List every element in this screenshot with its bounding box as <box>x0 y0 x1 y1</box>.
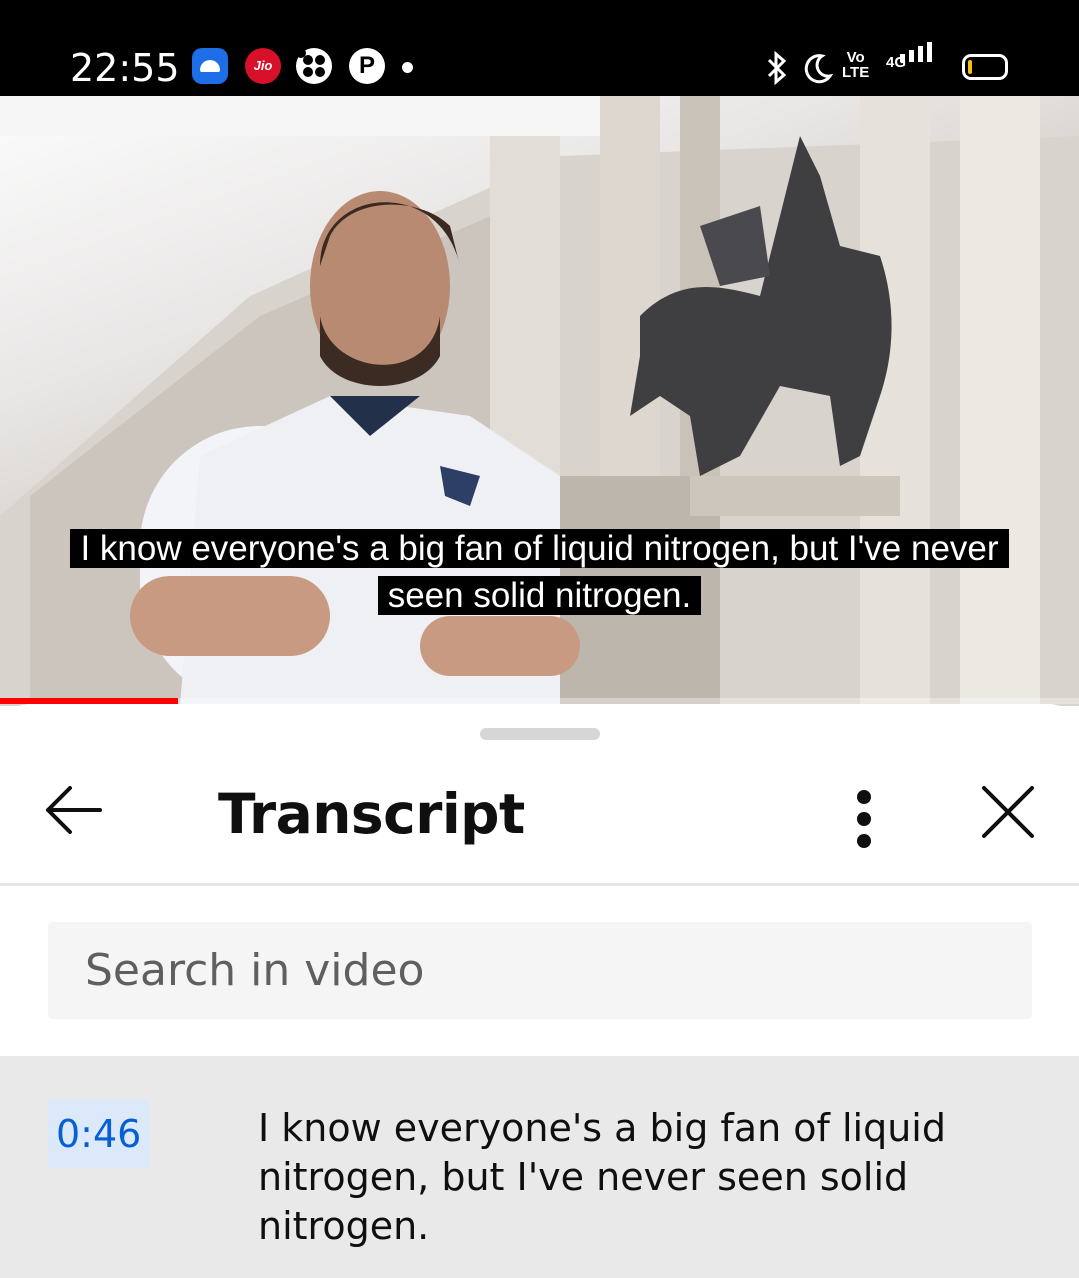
segment-timestamp[interactable]: 0:46 <box>48 1100 150 1168</box>
back-button[interactable] <box>38 774 110 846</box>
bluetooth-icon <box>762 50 792 92</box>
video-caption-line-1: I know everyone's a big fan of liquid ni… <box>0 526 1079 572</box>
more-options-button[interactable] <box>838 776 890 848</box>
caption-text: seen solid nitrogen. <box>377 576 702 615</box>
jio-app-icon: Jio <box>245 48 281 84</box>
transcript-panel: Transcript 0:46 I know everyone's a big … <box>0 704 1079 1278</box>
do-not-disturb-icon <box>802 50 834 94</box>
video-player[interactable]: I know everyone's a big fan of liquid ni… <box>0 96 1079 706</box>
close-icon <box>982 786 1034 838</box>
search-input[interactable] <box>48 922 1032 1019</box>
pinterest-icon: P <box>349 48 385 84</box>
app-notification-icon <box>296 48 332 84</box>
status-time: 22:55 <box>70 46 180 90</box>
android-app-icon <box>192 48 228 84</box>
search-box[interactable] <box>48 922 1032 1019</box>
drag-handle[interactable] <box>480 728 600 740</box>
battery-icon <box>962 54 1008 80</box>
segment-text: I know everyone's a big fan of liquid ni… <box>258 1106 946 1248</box>
panel-title: Transcript <box>218 782 525 846</box>
video-caption-line-2: seen solid nitrogen. <box>0 573 1079 619</box>
header-divider <box>0 883 1079 886</box>
more-notifications-icon <box>402 62 413 73</box>
volte-icon: Vo LTE <box>842 49 870 81</box>
caption-text: I know everyone's a big fan of liquid ni… <box>70 529 1009 568</box>
network-type-label: 4G <box>886 54 907 71</box>
close-button[interactable] <box>972 776 1044 848</box>
arrow-left-icon <box>46 786 102 834</box>
status-bar: 22:55 Jio P Vo LTE 4G <box>0 0 1079 96</box>
transcript-segment[interactable]: 0:46 I know everyone's a big fan of liqu… <box>0 1056 1079 1278</box>
